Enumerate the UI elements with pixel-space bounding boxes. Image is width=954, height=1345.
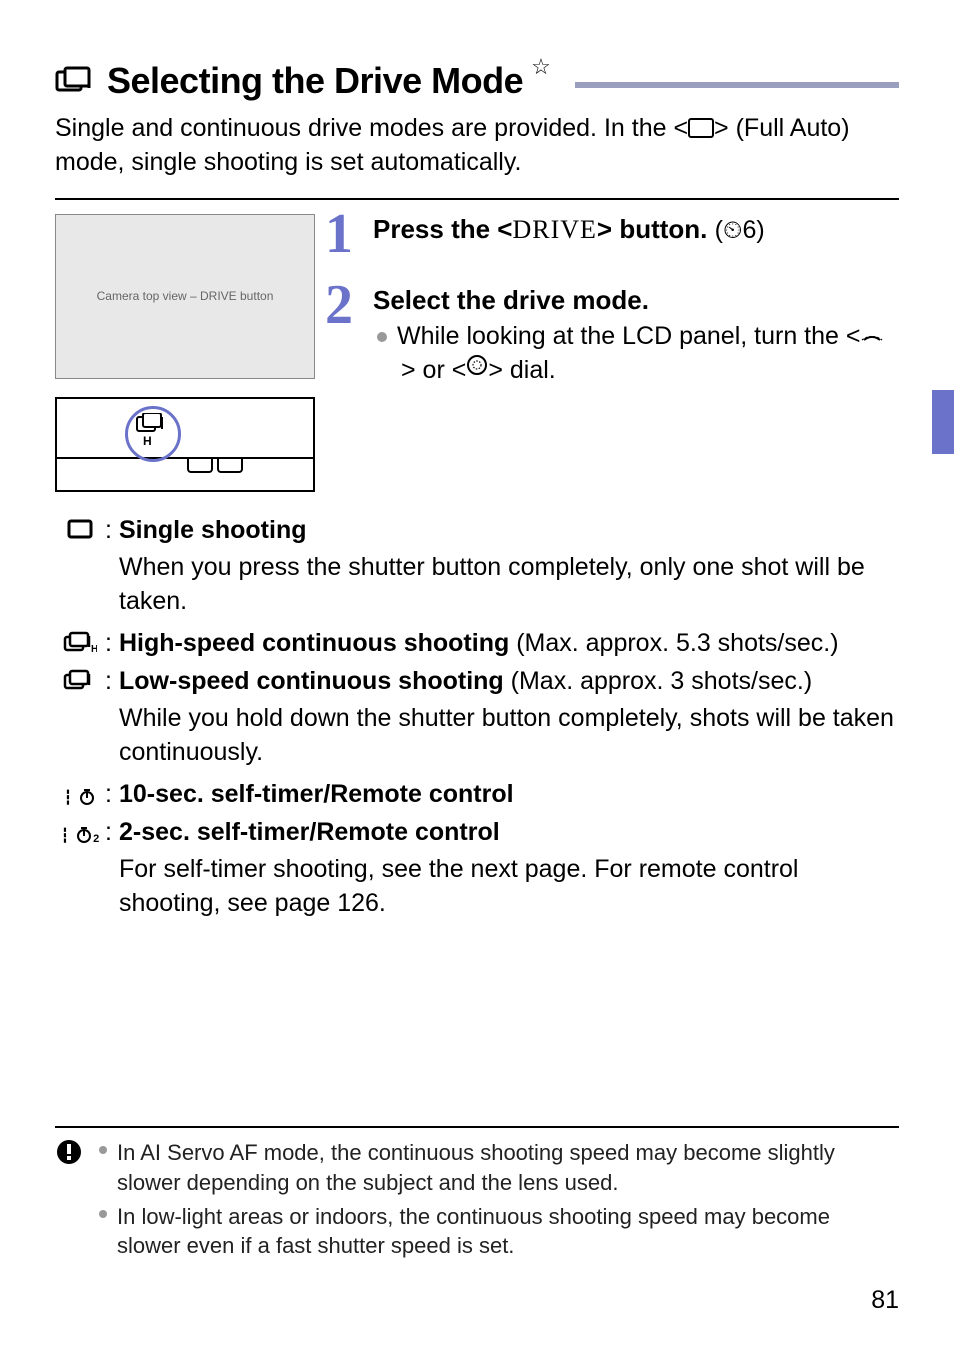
mode-timer2-row: ┇ 2 : 2-sec. self-timer/Remote control — [55, 816, 899, 852]
self-timer-10-icon: ┇ — [55, 778, 105, 814]
low-speed-continuous-icon — [55, 665, 105, 701]
page: Selecting the Drive Mode ☆ Single and co… — [0, 0, 954, 1345]
page-number: 81 — [871, 1286, 899, 1315]
lcd-divider — [57, 457, 313, 459]
quick-control-dial-icon — [466, 352, 488, 386]
drive-button-label: DRIVE — [512, 215, 596, 244]
title-rule — [575, 82, 899, 88]
step2-body-mid: > or < — [401, 356, 466, 384]
mode-timer2-title: 2-sec. self-timer/Remote control — [119, 818, 500, 846]
step-2: 2 Select the drive mode. While looking a… — [333, 285, 899, 389]
high-speed-continuous-icon: H — [55, 627, 105, 663]
caution-note-box: In AI Servo AF mode, the continuous shoo… — [55, 1126, 899, 1265]
step1-timer-note: (⏲6) — [715, 216, 765, 244]
colon: : — [105, 627, 119, 661]
section-tab — [932, 390, 954, 454]
mode-low-desc: While you hold down the shutter button c… — [55, 702, 899, 770]
drive-mode-icon — [55, 66, 95, 96]
caution-text-1: In AI Servo AF mode, the continuous shoo… — [117, 1138, 899, 1197]
step-2-title: Select the drive mode. — [373, 285, 899, 316]
caution-item-2: In low-light areas or indoors, the conti… — [99, 1202, 899, 1261]
mode-single-desc: When you press the shutter button comple… — [55, 551, 899, 619]
colon: : — [105, 665, 119, 699]
step1-after: > button. — [597, 214, 707, 244]
mode-low-note: (Max. approx. 3 shots/sec.) — [504, 667, 812, 695]
mode-high-title: High-speed continuous shooting — [119, 629, 509, 657]
step-images-column: Camera top view – DRIVE button H — [55, 214, 315, 492]
step-1-title: Press the <DRIVE> button. (⏲6) — [373, 214, 899, 245]
mode-high-row: H : High-speed continuous shooting (Max.… — [55, 627, 899, 663]
self-timer-2-icon: ┇ 2 — [55, 816, 105, 852]
step1-before: Press the < — [373, 214, 512, 244]
step-2-body: While looking at the LCD panel, turn the… — [373, 320, 899, 389]
colon: : — [105, 514, 119, 548]
page-title: Selecting the Drive Mode — [107, 60, 523, 102]
mode-timer10-title: 10-sec. self-timer/Remote control — [119, 780, 514, 808]
lcd-notch-1 — [187, 457, 213, 473]
bullet-icon — [377, 332, 387, 342]
full-auto-rect-icon — [688, 118, 714, 138]
page-title-row: Selecting the Drive Mode ☆ — [55, 60, 899, 102]
svg-text:H: H — [91, 644, 97, 653]
step-1: 1 Press the <DRIVE> button. (⏲6) — [333, 214, 899, 245]
step-number-1: 1 — [325, 202, 353, 266]
colon: : — [105, 816, 119, 850]
mode-list: : Single shooting When you press the shu… — [55, 514, 899, 921]
step-number-2: 2 — [325, 273, 353, 337]
mode-single-row: : Single shooting — [55, 514, 899, 550]
steps-text-column: 1 Press the <DRIVE> button. (⏲6) 2 Selec… — [333, 214, 899, 411]
caution-text-2: In low-light areas or indoors, the conti… — [117, 1202, 899, 1261]
mode-single-title: Single shooting — [119, 516, 307, 544]
mode-low-row: : Low-speed continuous shooting (Max. ap… — [55, 665, 899, 701]
lcd-panel-illustration: H — [55, 397, 315, 492]
bullet-icon — [99, 1146, 107, 1154]
single-shooting-icon — [55, 514, 105, 550]
camera-image-alt: Camera top view – DRIVE button — [97, 289, 274, 303]
caution-list: In AI Servo AF mode, the continuous shoo… — [99, 1138, 899, 1265]
mode-high-note: (Max. approx. 5.3 shots/sec.) — [509, 629, 838, 657]
intro-paragraph: Single and continuous drive modes are pr… — [55, 112, 899, 180]
mode-low-title: Low-speed continuous shooting — [119, 667, 504, 695]
main-dial-icon — [860, 318, 884, 352]
mode-timer2-desc: For self-timer shooting, see the next pa… — [55, 853, 899, 921]
caution-item-1: In AI Servo AF mode, the continuous shoo… — [99, 1138, 899, 1197]
step2-body-after: > dial. — [488, 356, 555, 384]
svg-text:H: H — [143, 434, 152, 447]
separator-line — [55, 198, 899, 200]
lcd-drive-mode-glyph: H — [135, 413, 165, 452]
bullet-icon — [99, 1210, 107, 1218]
mode-timer10-row: ┇ : 10-sec. self-timer/Remote control — [55, 778, 899, 814]
intro-text-1: Single and continuous drive modes are pr… — [55, 114, 688, 142]
step2-body-before: While looking at the LCD panel, turn the… — [397, 322, 860, 350]
caution-icon — [55, 1138, 85, 1265]
lcd-notch-2 — [217, 457, 243, 473]
colon: : — [105, 778, 119, 812]
star-icon: ☆ — [531, 54, 551, 80]
steps-block: Camera top view – DRIVE button H — [55, 214, 899, 492]
camera-top-image: Camera top view – DRIVE button — [55, 214, 315, 379]
